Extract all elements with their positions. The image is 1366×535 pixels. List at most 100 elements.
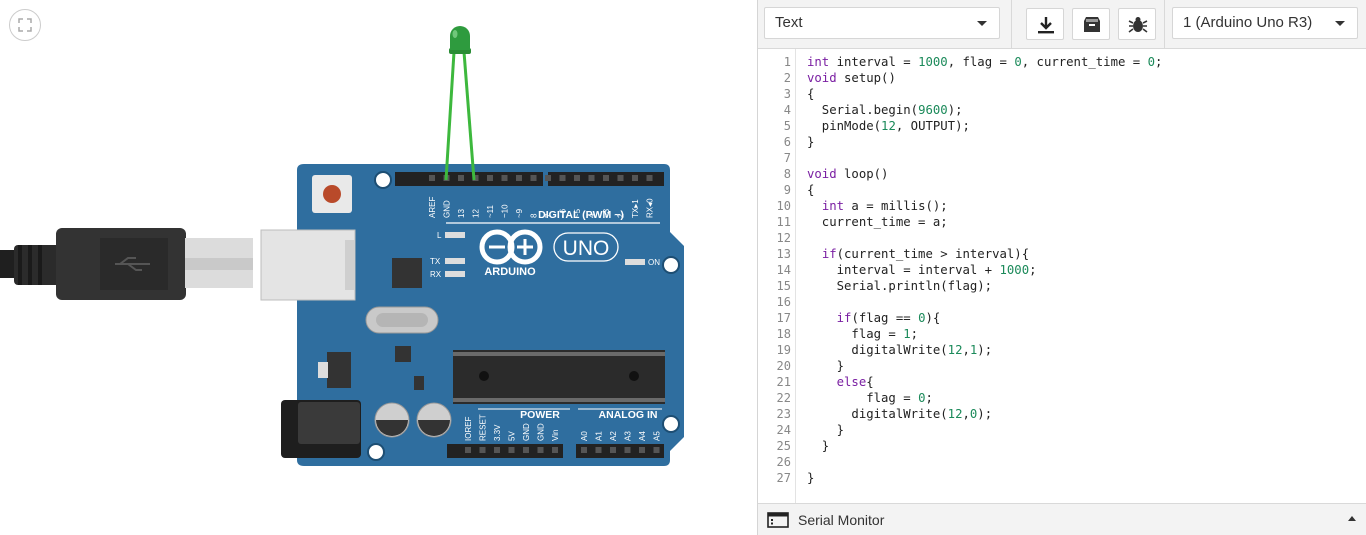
code-area[interactable]: 1 2 3 4 5 6 7 8 9 10 11 12 13 14 15 16 17 18 19 20 21 22 23 24 2… [758, 49, 1366, 503]
digital-pin-label: ~10 [501, 204, 510, 218]
header-pin-socket[interactable] [646, 175, 653, 181]
code-line[interactable]: flag = 1; [807, 326, 918, 342]
power-pin-label: RESET [479, 414, 488, 441]
rx-led-label: RX [430, 270, 442, 279]
editor-toolbar: Text 1 (Arduino Uno R3) [758, 0, 1366, 49]
code-line[interactable]: pinMode(12, OUTPUT); [807, 118, 970, 134]
power-pin-label: Vin [551, 430, 560, 441]
header-pin-socket[interactable] [537, 447, 544, 453]
header-pin-socket[interactable] [617, 175, 624, 181]
libraries-button[interactable] [1072, 8, 1110, 40]
code-line[interactable]: } [807, 358, 844, 374]
line-number: 6 [783, 135, 791, 149]
header-pin-socket[interactable] [552, 447, 558, 453]
code-line[interactable]: int interval = 1000, flag = 0, current_t… [807, 54, 1162, 70]
header-pin-socket[interactable] [588, 175, 595, 181]
board-logo-label: ARDUINO [484, 266, 536, 278]
header-pin-socket[interactable] [479, 447, 486, 453]
digital-pin-label: ~9 [515, 208, 524, 218]
header-pin-socket[interactable] [465, 447, 471, 453]
digital-pin-label: 8 [530, 213, 539, 218]
header-pin-socket[interactable] [487, 175, 493, 181]
code-line[interactable]: digitalWrite(12,0); [807, 406, 992, 422]
code-line[interactable]: { [807, 86, 814, 102]
board-model-label: UNO [563, 237, 610, 260]
line-number: 12 [776, 231, 791, 245]
header-pin-socket[interactable] [545, 175, 551, 181]
line-number: 17 [776, 311, 791, 325]
line-number: 3 [783, 87, 791, 101]
header-pin-socket[interactable] [429, 175, 435, 181]
device-select[interactable]: 1 (Arduino Uno R3) [1172, 7, 1358, 39]
header-pin-socket[interactable] [603, 175, 609, 181]
header-pin-socket[interactable] [494, 447, 500, 453]
line-number: 19 [776, 343, 791, 357]
chevron-up-icon[interactable] [1348, 516, 1356, 521]
code-line[interactable]: int a = millis(); [807, 198, 948, 214]
code-line[interactable]: void loop() [807, 166, 888, 182]
line-number: 15 [776, 279, 791, 293]
code-line[interactable]: } [807, 422, 844, 438]
header-pin-socket[interactable] [639, 447, 645, 453]
code-line[interactable]: Serial.println(flag); [807, 278, 992, 294]
line-number: 21 [776, 375, 791, 389]
header-pin-socket[interactable] [458, 175, 464, 181]
power-pin-label: GND [537, 423, 546, 441]
code-line[interactable]: } [807, 470, 814, 486]
tx-led-label: TX [430, 257, 441, 266]
debugger-button[interactable] [1118, 8, 1156, 40]
header-pin-socket[interactable] [581, 447, 587, 453]
code-line[interactable]: digitalWrite(12,1); [807, 342, 992, 358]
digital-pin-label: 7 [544, 213, 553, 218]
download-code-button[interactable] [1026, 8, 1064, 40]
header-pin-socket[interactable] [508, 447, 515, 453]
library-icon [1084, 17, 1100, 32]
code-line[interactable]: } [807, 134, 814, 150]
code-line[interactable]: current_time = a; [807, 214, 948, 230]
download-icon [1038, 17, 1054, 34]
line-number: 8 [783, 167, 791, 181]
code-line[interactable]: Serial.begin(9600); [807, 102, 963, 118]
line-number: 25 [776, 439, 791, 453]
line-number: 18 [776, 327, 791, 341]
code-line[interactable]: void setup() [807, 70, 896, 86]
digital-pin-label: GND [443, 200, 452, 218]
header-pin-socket[interactable] [516, 175, 522, 181]
code-mode-select[interactable]: Text [764, 7, 1000, 39]
header-pin-socket[interactable] [530, 175, 537, 181]
code-line[interactable]: { [807, 182, 814, 198]
code-mode-value: Text [775, 14, 803, 31]
code-line[interactable]: if(flag == 0){ [807, 310, 941, 326]
header-pin-socket[interactable] [595, 447, 602, 453]
arduino-uno-board[interactable]: UNO ARDUINO DIGITAL (PWM ~) POWER ANALOG… [260, 164, 684, 466]
line-number: 24 [776, 423, 791, 437]
header-pin-socket[interactable] [523, 447, 529, 453]
on-led-label: ON [648, 258, 660, 267]
circuit-canvas[interactable]: UNO ARDUINO DIGITAL (PWM ~) POWER ANALOG… [0, 0, 757, 535]
header-pin-socket[interactable] [653, 447, 660, 453]
line-number-gutter: 1 2 3 4 5 6 7 8 9 10 11 12 13 14 15 16 17 18 19 20 21 22 23 24 2… [758, 49, 796, 503]
header-pin-socket[interactable] [501, 175, 508, 181]
line-number: 11 [776, 215, 791, 229]
header-pin-socket[interactable] [610, 447, 616, 453]
code-line[interactable]: if(current_time > interval){ [807, 246, 1029, 262]
digital-pin-label: ~11 [486, 204, 495, 218]
code-line[interactable]: flag = 0; [807, 390, 933, 406]
code-line[interactable]: } [807, 438, 829, 454]
l-led-label: L [437, 231, 442, 240]
header-pin-socket[interactable] [574, 175, 580, 181]
green-led[interactable] [444, 26, 476, 181]
line-number: 9 [783, 183, 791, 197]
code-line[interactable]: else{ [807, 374, 874, 390]
header-pin-socket[interactable] [624, 447, 631, 453]
code-line[interactable]: interval = interval + 1000; [807, 262, 1037, 278]
power-pin-label: 3.3V [493, 424, 502, 441]
header-pin-socket[interactable] [632, 175, 638, 181]
line-number: 13 [776, 247, 791, 261]
chevron-down-icon [977, 21, 987, 26]
line-number: 22 [776, 391, 791, 405]
usb-cable[interactable] [0, 228, 253, 300]
serial-monitor-bar[interactable]: Serial Monitor [758, 503, 1366, 535]
digital-pin-label: AREF [428, 197, 437, 218]
header-pin-socket[interactable] [559, 175, 566, 181]
